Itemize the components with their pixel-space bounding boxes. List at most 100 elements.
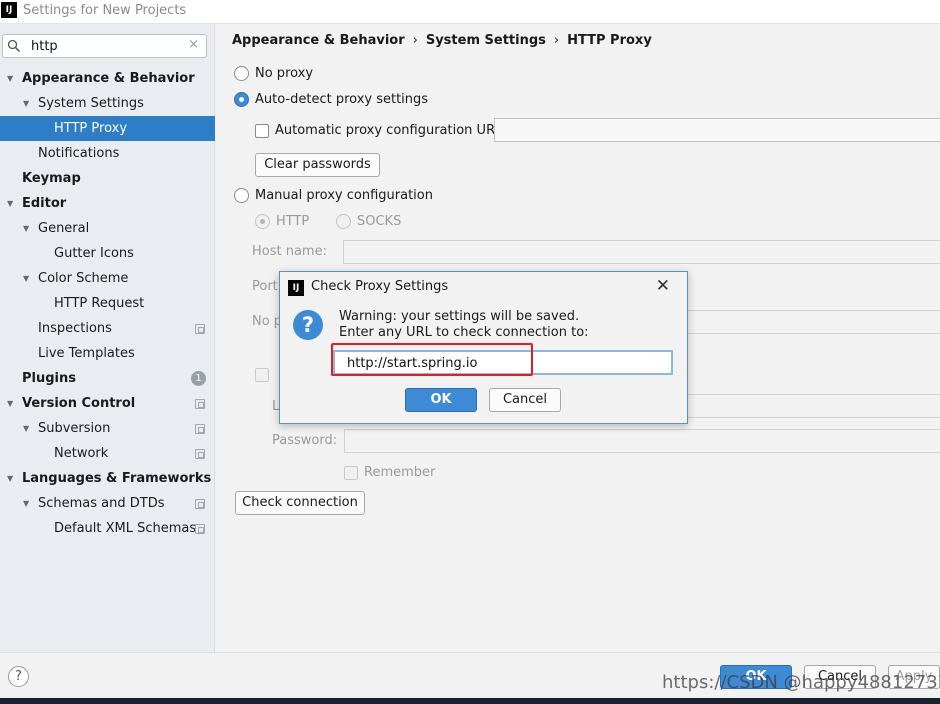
tree-item-editor[interactable]: ▼ Editor (0, 191, 215, 216)
expand-arrow-icon[interactable]: ▼ (7, 191, 17, 216)
tree-item-label: Network (54, 446, 109, 461)
tree-item-default-xml-schemas[interactable]: Default XML Schemas (0, 516, 215, 541)
help-icon[interactable]: ? (8, 666, 29, 687)
dialog-ok-button[interactable]: OK (405, 388, 477, 412)
project-scope-icon (195, 324, 205, 334)
intellij-app-icon: IJ (288, 280, 304, 296)
tree-item-http-request[interactable]: HTTP Request (0, 291, 215, 316)
http-label: HTTP (276, 214, 310, 229)
radio-indicator[interactable] (336, 214, 351, 229)
manual-proxy-radio[interactable]: Manual proxy configuration (234, 188, 433, 203)
auto-proxy-url-label: Automatic proxy configuration URL: (275, 123, 507, 138)
tree-item-network[interactable]: Network (0, 441, 215, 466)
no-proxy-for-field[interactable] (685, 310, 940, 334)
tree-item-subversion[interactable]: ▼ Subversion (0, 416, 215, 441)
warning-text: Warning: your settings will be saved. (339, 309, 580, 324)
tree-item-appearance-behavior[interactable]: ▼ Appearance & Behavior (0, 66, 215, 91)
clear-passwords-button[interactable]: Clear passwords (255, 153, 380, 177)
expand-arrow-icon[interactable]: ▼ (7, 466, 17, 491)
tree-item-inspections[interactable]: Inspections (0, 316, 215, 341)
manual-proxy-label: Manual proxy configuration (255, 188, 433, 203)
tree-item-label: Languages & Frameworks (22, 471, 212, 486)
expand-arrow-icon[interactable]: ▼ (7, 66, 17, 91)
expand-arrow-icon[interactable]: ▼ (7, 391, 17, 416)
close-icon[interactable]: ✕ (656, 276, 670, 296)
radio-indicator[interactable] (234, 188, 249, 203)
auto-proxy-url-field[interactable] (494, 118, 940, 142)
check-connection-button[interactable]: Check connection (235, 491, 365, 515)
question-icon: ? (293, 310, 323, 340)
no-proxy-radio[interactable]: No proxy (234, 66, 313, 81)
csdn-watermark: https://CSDN @happy488127311 (662, 672, 940, 693)
breadcrumb-item[interactable]: Appearance & Behavior (232, 33, 405, 48)
host-name-field[interactable] (343, 240, 940, 264)
tree-item-label: Live Templates (38, 346, 135, 361)
tree-item-label: Keymap (22, 171, 81, 186)
checkbox-indicator[interactable] (344, 465, 358, 480)
taskbar-strip (0, 698, 940, 704)
login-field[interactable] (685, 394, 940, 418)
check-proxy-dialog: IJ Check Proxy Settings ✕ ? Warning: you… (279, 271, 688, 424)
auto-detect-radio[interactable]: Auto-detect proxy settings (234, 92, 428, 107)
tree-item-general[interactable]: ▼ General (0, 216, 215, 241)
search-input[interactable] (31, 38, 181, 54)
tree-item-gutter-icons[interactable]: Gutter Icons (0, 241, 215, 266)
tree-item-label: General (38, 221, 90, 236)
remember-label: Remember (364, 465, 436, 480)
plugins-update-badge: 1 (191, 371, 206, 386)
dialog-cancel-button[interactable]: Cancel (489, 388, 561, 412)
tree-item-http-proxy[interactable]: HTTP Proxy (0, 116, 215, 141)
remember-checkbox[interactable]: Remember (344, 465, 435, 480)
tree-item-label: System Settings (38, 96, 144, 111)
project-scope-icon (195, 499, 205, 509)
tree-item-live-templates[interactable]: Live Templates (0, 341, 215, 366)
tree-item-label: HTTP Request (54, 296, 145, 311)
auto-proxy-url-checkbox[interactable]: Automatic proxy configuration URL: (255, 123, 507, 138)
auto-detect-label: Auto-detect proxy settings (255, 92, 429, 107)
socks-radio[interactable]: SOCKS (336, 214, 401, 229)
tree-item-label: Gutter Icons (54, 246, 134, 261)
no-proxy-for-label: No p (252, 314, 283, 329)
tree-item-schemas-dtds[interactable]: ▼ Schemas and DTDs (0, 491, 215, 516)
settings-search[interactable]: × (2, 34, 207, 58)
proxy-auth-checkbox[interactable] (255, 368, 275, 382)
password-field[interactable] (344, 429, 940, 453)
radio-indicator[interactable] (234, 92, 249, 107)
tree-item-label: Appearance & Behavior (22, 71, 195, 86)
tree-item-label: Color Scheme (38, 271, 129, 286)
tree-item-version-control[interactable]: ▼ Version Control (0, 391, 215, 416)
tree-item-label: Version Control (22, 396, 136, 411)
tree-item-languages-frameworks[interactable]: ▼ Languages & Frameworks (0, 466, 215, 491)
checkbox-indicator[interactable] (255, 123, 269, 138)
tree-item-notifications[interactable]: Notifications (0, 141, 215, 166)
checkbox-indicator[interactable] (255, 368, 269, 382)
tree-item-label: Subversion (38, 421, 111, 436)
tree-item-color-scheme[interactable]: ▼ Color Scheme (0, 266, 215, 291)
dialog-message: Warning: your settings will be saved. En… (339, 309, 589, 341)
expand-arrow-icon[interactable]: ▼ (23, 91, 33, 116)
tree-item-label: Inspections (38, 321, 112, 336)
intellij-app-icon: IJ (1, 2, 17, 18)
expand-arrow-icon[interactable]: ▼ (23, 491, 33, 516)
breadcrumb-item: HTTP Proxy (567, 33, 652, 48)
tree-item-plugins[interactable]: Plugins 1 (0, 366, 215, 391)
expand-arrow-icon[interactable]: ▼ (23, 266, 33, 291)
expand-arrow-icon[interactable]: ▼ (23, 216, 33, 241)
settings-sidebar: × ▼ Appearance & Behavior ▼ System Setti… (0, 24, 215, 652)
search-icon (7, 39, 21, 53)
clear-search-icon[interactable]: × (188, 37, 199, 52)
radio-indicator[interactable] (255, 214, 270, 229)
breadcrumb-item[interactable]: System Settings (426, 33, 546, 48)
tree-item-label: Plugins (22, 371, 76, 386)
tree-item-keymap[interactable]: Keymap (0, 166, 215, 191)
project-scope-icon (195, 449, 205, 459)
expand-arrow-icon[interactable]: ▼ (23, 416, 33, 441)
http-radio[interactable]: HTTP (255, 214, 309, 229)
tree-item-label: Default XML Schemas (54, 521, 197, 536)
tree-item-label: Schemas and DTDs (38, 496, 165, 511)
dialog-title: Check Proxy Settings (311, 279, 449, 294)
prompt-text: Enter any URL to check connection to: (339, 325, 589, 340)
tree-item-system-settings[interactable]: ▼ System Settings (0, 91, 215, 116)
tree-item-label: Notifications (38, 146, 120, 161)
radio-indicator[interactable] (234, 66, 249, 81)
